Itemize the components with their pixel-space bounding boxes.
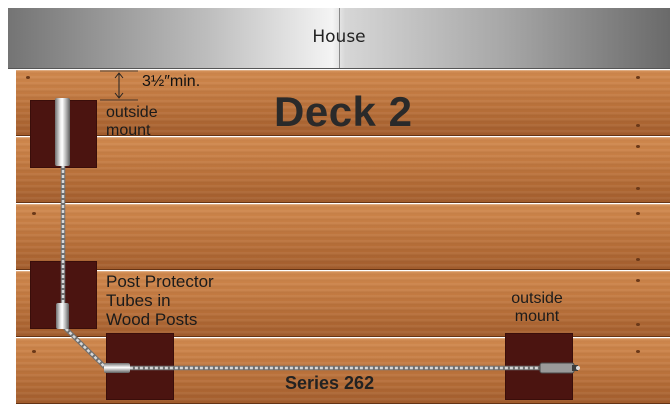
post-protector-label: Post Protector Tubes in Wood Posts bbox=[106, 272, 246, 329]
post-protector-line3: Wood Posts bbox=[106, 310, 198, 329]
protector-tube-mid bbox=[56, 303, 69, 329]
min-spacing-label: 3½″min. bbox=[142, 73, 201, 90]
outside-mount-left-line2: mount bbox=[106, 122, 151, 139]
deck-diagram: House Deck 2 Series 262 3½″min. outside … bbox=[0, 0, 671, 408]
protector-tube-top bbox=[55, 98, 70, 166]
outside-mount-right-line2: mount bbox=[514, 308, 560, 325]
deck-title: Deck 2 bbox=[274, 88, 413, 135]
outside-mount-right-line1: outside bbox=[511, 290, 563, 307]
cable-end-washer bbox=[576, 366, 580, 370]
protector-tube-bottom bbox=[104, 363, 130, 373]
cable-outline bbox=[60, 165, 548, 371]
cable-strand bbox=[61, 165, 548, 370]
cable-fitting bbox=[539, 362, 575, 374]
outside-mount-left-line1: outside bbox=[106, 104, 158, 121]
post-protector-line1: Post Protector bbox=[106, 272, 214, 291]
post-protector-line2: Tubes in bbox=[106, 291, 171, 310]
series-label: Series 262 bbox=[285, 373, 375, 393]
outside-mount-label-right: outside mount bbox=[502, 290, 572, 326]
cable-run bbox=[60, 70, 580, 374]
outside-mount-label-left: outside mount bbox=[106, 104, 186, 140]
